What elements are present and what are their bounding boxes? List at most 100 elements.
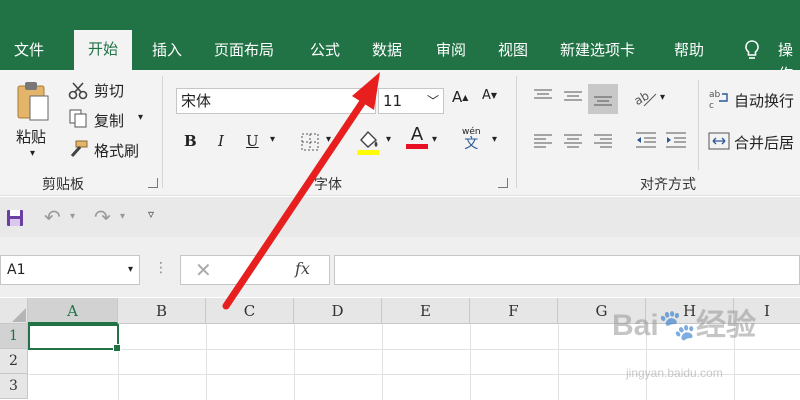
group-divider	[698, 80, 699, 170]
orientation-icon[interactable]: ab	[632, 86, 658, 108]
insert-function-button[interactable]: fx	[295, 259, 310, 278]
formula-buttons: ✕ ✓ fx	[180, 255, 330, 285]
name-box-dropdown-icon[interactable]: ▾	[128, 256, 133, 284]
redo-dropdown-icon[interactable]: ▾	[120, 211, 125, 222]
scissors-icon	[68, 82, 88, 100]
format-painter-icon	[70, 140, 88, 157]
increase-indent-icon[interactable]	[664, 130, 688, 150]
undo-dropdown-icon[interactable]: ▾	[70, 211, 75, 222]
name-box[interactable]: A1 ▾	[0, 255, 140, 285]
column-header-b[interactable]: B	[118, 298, 206, 324]
svg-text:ab: ab	[632, 88, 652, 108]
row-header-1[interactable]: 1	[0, 324, 28, 349]
tab-page-layout[interactable]: 页面布局	[214, 38, 274, 70]
fill-color-icon[interactable]	[356, 128, 382, 156]
font-name-input[interactable]: 宋体	[176, 88, 376, 114]
grid-line	[206, 324, 207, 400]
select-all-triangle-icon	[12, 308, 26, 322]
align-center-icon[interactable]	[562, 132, 584, 148]
tab-home[interactable]: 开始	[74, 30, 133, 70]
column-header-c[interactable]: C	[206, 298, 294, 324]
redo-icon[interactable]: ↷	[94, 205, 111, 229]
italic-button[interactable]: I	[218, 132, 224, 150]
bottom-align-icon	[594, 96, 612, 106]
font-color-button[interactable]: A	[406, 126, 428, 149]
font-color-dropdown-icon[interactable]: ▾	[432, 134, 437, 145]
watermark-logo-text: Bai	[612, 309, 659, 342]
group-divider	[162, 76, 163, 188]
paste-button[interactable]: 粘贴	[16, 126, 46, 147]
middle-align-icon[interactable]	[562, 88, 584, 104]
paw-icon: 🐾	[658, 309, 697, 342]
lightbulb-icon[interactable]	[740, 38, 764, 62]
column-header-e[interactable]: E	[382, 298, 470, 324]
cancel-entry-icon[interactable]: ✕	[195, 258, 212, 282]
font-color-letter: A	[410, 124, 424, 145]
wrap-text-button[interactable]: 自动换行	[734, 90, 794, 111]
watermark-url: jingyan.baidu.com	[626, 366, 723, 380]
row-header-3[interactable]: 3	[0, 374, 28, 399]
decrease-font-size-icon[interactable]: A ▼	[482, 88, 497, 103]
copy-button[interactable]: 复制	[94, 110, 124, 131]
selected-cell-a1[interactable]	[28, 324, 121, 352]
paste-dropdown-icon[interactable]: ▾	[30, 148, 35, 159]
quick-access-toolbar: ↶ ▾ ↷ ▾ ▿	[0, 197, 800, 237]
phonetic-char: 文	[464, 136, 479, 152]
grid-line	[28, 349, 800, 350]
formula-input[interactable]	[334, 255, 800, 285]
tab-insert[interactable]: 插入	[152, 38, 182, 70]
phonetic-dropdown-icon[interactable]: ▾	[492, 134, 497, 145]
copy-dropdown-icon[interactable]: ▾	[138, 112, 143, 123]
phonetic-guide-button[interactable]: wén 文	[462, 126, 481, 152]
tab-data[interactable]: 数据	[372, 38, 402, 70]
undo-icon[interactable]: ↶	[44, 205, 61, 229]
grid-line	[558, 324, 559, 400]
borders-dropdown-icon[interactable]: ▾	[326, 134, 331, 145]
borders-icon[interactable]	[300, 132, 320, 152]
svg-text:ab: ab	[709, 90, 721, 100]
underline-dropdown-icon[interactable]: ▾	[270, 134, 275, 145]
tab-tell-me[interactable]: 操作	[778, 38, 800, 83]
cut-button[interactable]: 剪切	[94, 80, 124, 101]
increase-font-size-icon[interactable]: A ▲	[452, 88, 468, 106]
paste-icon[interactable]	[14, 80, 52, 124]
copy-icon	[69, 109, 87, 128]
confirm-entry-icon[interactable]: ✓	[245, 258, 260, 279]
tab-new-tab[interactable]: 新建选项卡	[560, 38, 635, 70]
font-group-label: 字体	[314, 177, 342, 193]
alignment-group-label: 对齐方式	[640, 177, 696, 193]
tab-view[interactable]: 视图	[498, 38, 528, 70]
decrease-indent-icon[interactable]	[634, 130, 658, 150]
align-right-icon[interactable]	[592, 132, 614, 148]
tab-help[interactable]: 帮助	[674, 38, 704, 70]
font-color-swatch	[406, 144, 428, 149]
row-header-2[interactable]: 2	[0, 349, 28, 374]
tab-file[interactable]: 文件	[14, 38, 44, 70]
clipboard-group-label: 剪贴板	[42, 177, 84, 193]
merge-center-icon	[708, 132, 730, 150]
column-header-f[interactable]: F	[470, 298, 558, 324]
font-launcher-icon[interactable]	[498, 178, 508, 188]
fill-color-dropdown-icon[interactable]: ▾	[386, 134, 391, 145]
underline-button[interactable]: U	[246, 132, 259, 150]
top-align-icon[interactable]	[532, 88, 554, 104]
tab-formulas[interactable]: 公式	[310, 38, 340, 70]
font-size-dropdown-icon[interactable]: ﹀	[427, 89, 439, 113]
orientation-dropdown-icon[interactable]: ▾	[660, 92, 665, 103]
grid-line	[294, 324, 295, 400]
formula-bar-handle-icon[interactable]: ⋮	[154, 260, 168, 276]
save-icon[interactable]	[6, 209, 24, 227]
column-header-d[interactable]: D	[294, 298, 382, 324]
font-size-value: 11	[383, 92, 403, 110]
bold-button[interactable]: B	[184, 132, 197, 150]
bottom-align-button[interactable]	[588, 84, 618, 114]
tab-review[interactable]: 审阅	[436, 38, 466, 70]
font-size-input[interactable]: 11 ﹀	[378, 88, 444, 114]
grid-line	[382, 324, 383, 400]
clipboard-launcher-icon[interactable]	[148, 178, 158, 188]
format-painter-button[interactable]: 格式刷	[94, 140, 139, 161]
column-header-a[interactable]: A	[28, 298, 118, 324]
merge-center-button[interactable]: 合并后居	[734, 132, 794, 153]
align-left-icon[interactable]	[532, 132, 554, 148]
customize-toolbar-icon[interactable]: ▿	[148, 207, 154, 221]
